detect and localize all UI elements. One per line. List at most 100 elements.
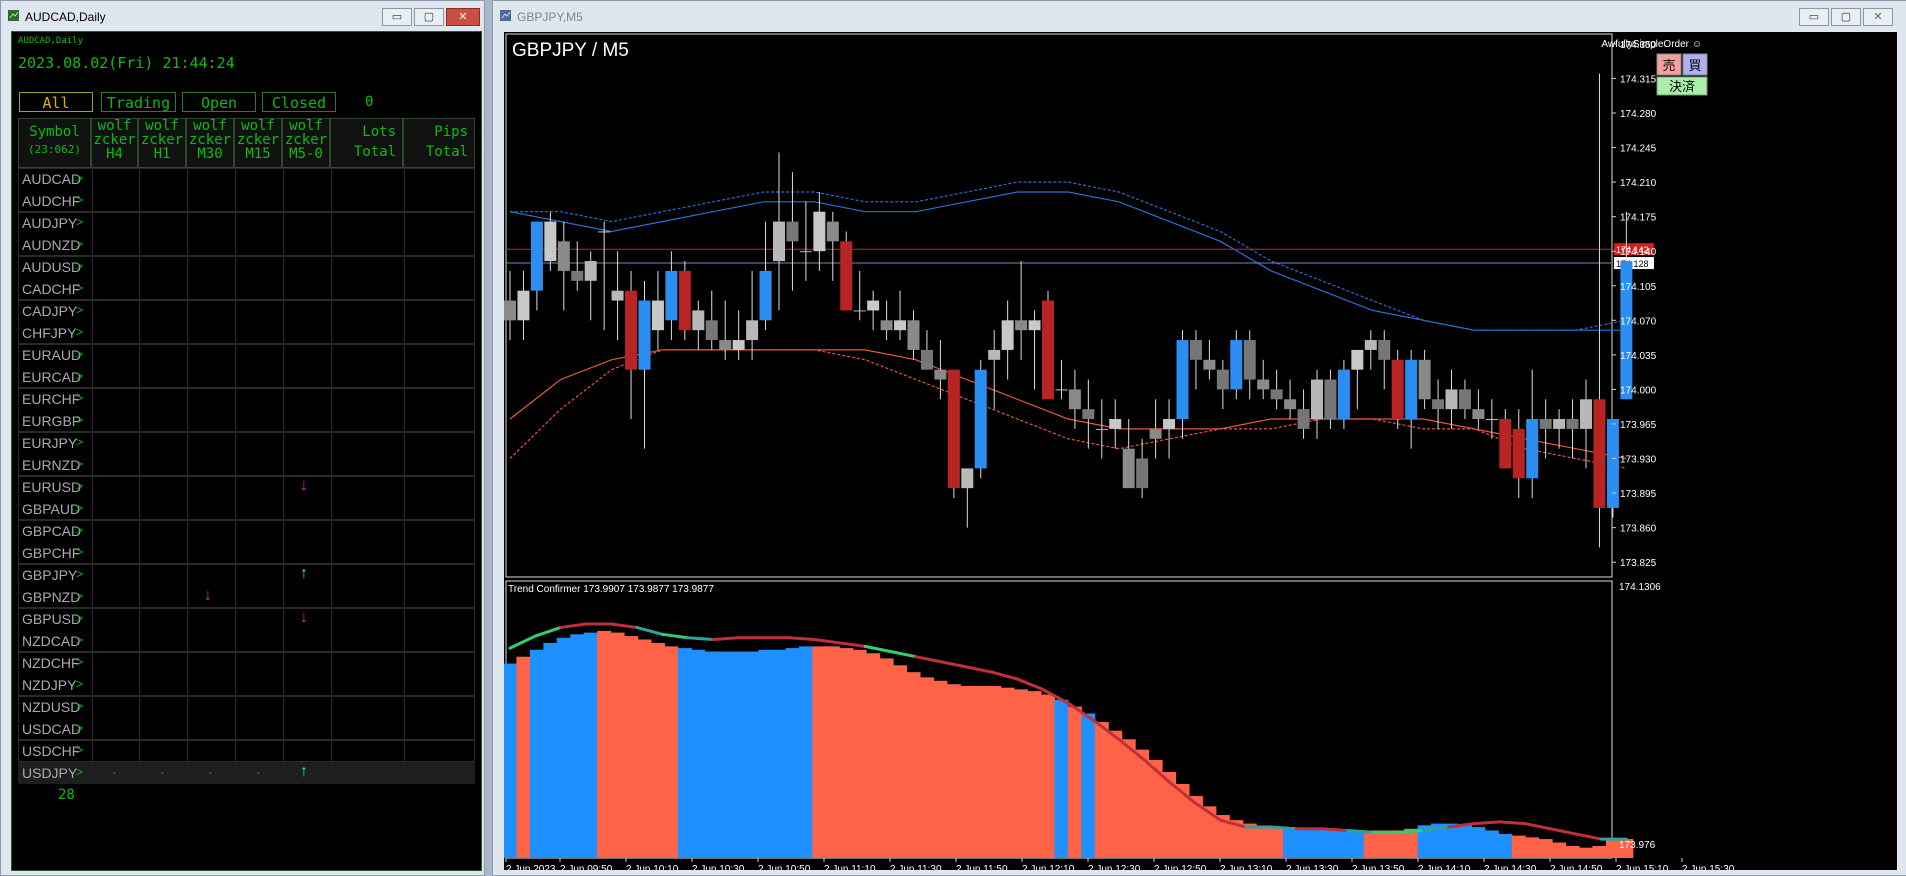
chevron-right-icon[interactable]: > bbox=[76, 171, 83, 185]
indicator-bar bbox=[785, 648, 800, 858]
column-divider bbox=[404, 521, 405, 563]
candle-body bbox=[1284, 399, 1297, 410]
indicator-bar bbox=[1121, 739, 1136, 858]
chevron-right-icon[interactable]: > bbox=[76, 391, 83, 405]
symbol-eurchf[interactable]: EURCHF bbox=[22, 391, 80, 407]
symbol-gbpchf[interactable]: GBPCHF bbox=[22, 545, 80, 561]
chevron-right-icon[interactable]: > bbox=[76, 721, 83, 735]
chevron-right-icon[interactable]: > bbox=[76, 523, 83, 537]
chevron-right-icon[interactable]: > bbox=[76, 699, 83, 713]
symbol-usdjpy[interactable]: USDJPY bbox=[22, 765, 77, 781]
filter-all-button[interactable]: All bbox=[19, 92, 93, 112]
chart-titlebar[interactable]: GBPJPY,M5 ▭ ▢ ✕ bbox=[493, 1, 1906, 31]
scanner-panel: AUDCAD,Daily 2023.08.02(Fri) 21:44:24 Al… bbox=[11, 31, 482, 871]
minimize-button[interactable]: ▭ bbox=[382, 8, 412, 26]
chevron-right-icon[interactable]: > bbox=[76, 413, 83, 427]
filter-closed-button[interactable]: Closed bbox=[262, 92, 336, 112]
symbol-audusd[interactable]: AUDUSD bbox=[22, 259, 81, 275]
symbol-audjpy[interactable]: AUDJPY bbox=[22, 215, 77, 231]
filter-trading-button[interactable]: Trading bbox=[101, 92, 176, 112]
indicator-bar bbox=[718, 651, 733, 858]
candle-body bbox=[813, 211, 826, 252]
symbol-audchf[interactable]: AUDCHF bbox=[22, 193, 80, 209]
symbol-gbpnzd[interactable]: GBPNZD bbox=[22, 589, 80, 605]
symbol-nzdusd[interactable]: NZDUSD bbox=[22, 699, 80, 715]
filter-open-button[interactable]: Open bbox=[182, 92, 256, 112]
chevron-right-icon[interactable]: > bbox=[76, 215, 83, 229]
chevron-right-icon[interactable]: > bbox=[76, 611, 83, 625]
candle-body bbox=[1378, 340, 1391, 360]
symbol-nzdchf[interactable]: NZDCHF bbox=[22, 655, 80, 671]
maximize-button[interactable]: ▢ bbox=[414, 8, 444, 26]
indicator-bar bbox=[1605, 839, 1620, 858]
chart-area[interactable]: 174.142174.128 174.350174.315174.280174.… bbox=[503, 32, 1897, 875]
close-button[interactable]: ✕ bbox=[1863, 8, 1893, 26]
candle-body bbox=[1458, 389, 1471, 410]
column-divider bbox=[283, 213, 284, 255]
chevron-right-icon[interactable]: > bbox=[76, 369, 83, 383]
minimize-button[interactable]: ▭ bbox=[1799, 8, 1829, 26]
candle-body bbox=[1257, 379, 1270, 390]
symbol-eurusd[interactable]: EURUSD bbox=[22, 479, 81, 495]
buy-button[interactable]: 買 bbox=[1682, 53, 1708, 76]
chevron-right-icon[interactable]: > bbox=[76, 589, 83, 603]
chevron-right-icon[interactable]: > bbox=[76, 743, 83, 757]
symbol-audnzd[interactable]: AUDNZD bbox=[22, 237, 80, 253]
column-divider bbox=[235, 741, 236, 761]
indicator-trend-line bbox=[711, 636, 740, 641]
symbol-eurgbp[interactable]: EURGBP bbox=[22, 413, 81, 429]
column-divider bbox=[283, 741, 284, 761]
symbol-nzdjpy[interactable]: NZDJPY bbox=[22, 677, 76, 693]
candle-body bbox=[974, 369, 987, 469]
symbol-gbpaud[interactable]: GBPAUD bbox=[22, 501, 80, 517]
chevron-right-icon[interactable]: > bbox=[76, 347, 83, 361]
chevron-right-icon[interactable]: > bbox=[76, 567, 83, 581]
column-divider bbox=[331, 521, 332, 563]
column-divider bbox=[331, 257, 332, 299]
column-divider bbox=[404, 345, 405, 387]
column-divider bbox=[404, 257, 405, 299]
chevron-right-icon[interactable]: > bbox=[76, 193, 83, 207]
candle-body bbox=[1311, 379, 1323, 420]
symbol-usdcad[interactable]: USDCAD bbox=[22, 721, 81, 737]
symbol-eurjpy[interactable]: EURJPY bbox=[22, 435, 77, 451]
symbol-nzdcad[interactable]: NZDCAD bbox=[22, 633, 80, 649]
symbol-gbpcad[interactable]: GBPCAD bbox=[22, 523, 81, 539]
price-chart[interactable]: 174.142174.128 174.350174.315174.280174.… bbox=[503, 32, 1897, 875]
chevron-right-icon[interactable]: > bbox=[76, 435, 83, 449]
chevron-right-icon[interactable]: > bbox=[76, 281, 83, 295]
chevron-right-icon[interactable]: > bbox=[76, 501, 83, 515]
chevron-right-icon[interactable]: > bbox=[76, 479, 83, 493]
chevron-right-icon[interactable]: > bbox=[76, 457, 83, 471]
chevron-right-icon[interactable]: > bbox=[76, 677, 83, 691]
chevron-right-icon[interactable]: > bbox=[76, 303, 83, 317]
symbol-eurnzd[interactable]: EURNZD bbox=[22, 457, 80, 473]
settle-button[interactable]: 決済 bbox=[1656, 76, 1708, 96]
row-pair bbox=[18, 740, 475, 762]
chevron-right-icon[interactable]: > bbox=[76, 655, 83, 669]
chevron-right-icon[interactable]: > bbox=[76, 545, 83, 559]
close-button[interactable]: ✕ bbox=[446, 8, 480, 26]
symbol-cadchf[interactable]: CADCHF bbox=[22, 281, 80, 297]
symbol-gbpusd[interactable]: GBPUSD bbox=[22, 611, 81, 627]
chevron-right-icon[interactable]: > bbox=[76, 765, 83, 779]
buy-button-label: 買 bbox=[1688, 58, 1701, 73]
symbol-euraud[interactable]: EURAUD bbox=[22, 347, 81, 363]
chevron-right-icon[interactable]: > bbox=[76, 325, 83, 339]
chevron-right-icon[interactable]: > bbox=[76, 633, 83, 647]
symbol-usdchf[interactable]: USDCHF bbox=[22, 743, 80, 759]
symbol-audcad[interactable]: AUDCAD bbox=[22, 171, 81, 187]
row-pair bbox=[18, 300, 475, 344]
header-h4: wolf zcker H4 bbox=[91, 118, 138, 168]
symbol-gbpjpy[interactable]: GBPJPY bbox=[22, 567, 77, 583]
symbol-eurcad[interactable]: EURCAD bbox=[22, 369, 81, 385]
maximize-button[interactable]: ▢ bbox=[1831, 8, 1861, 26]
symbol-cadjpy[interactable]: CADJPY bbox=[22, 303, 77, 319]
column-divider bbox=[404, 653, 405, 695]
sell-button[interactable]: 売 bbox=[1656, 53, 1682, 76]
chevron-right-icon[interactable]: > bbox=[76, 237, 83, 251]
symbol-chfjpy[interactable]: CHFJPY bbox=[22, 325, 76, 341]
column-divider bbox=[404, 433, 405, 475]
chevron-right-icon[interactable]: > bbox=[76, 259, 83, 273]
scanner-titlebar[interactable]: AUDCAD,Daily ▭ ▢ ✕ bbox=[1, 1, 484, 31]
